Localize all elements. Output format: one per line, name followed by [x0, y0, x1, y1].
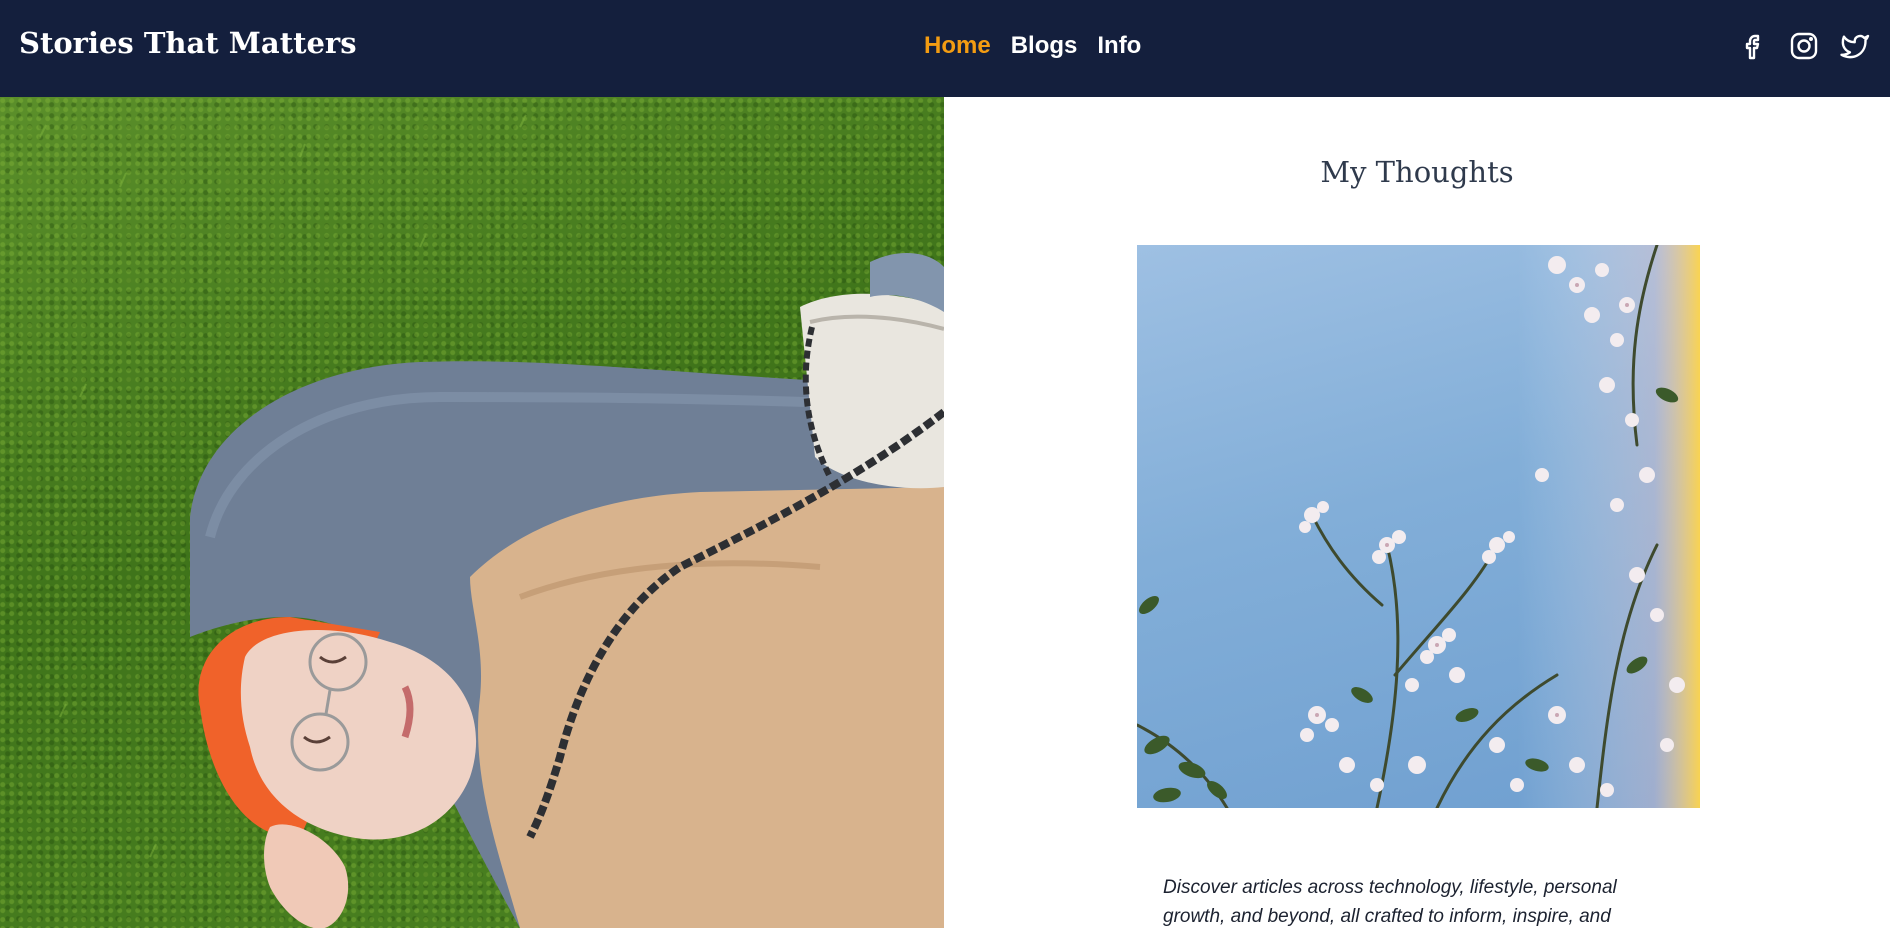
twitter-icon[interactable] — [1838, 30, 1870, 62]
main-content: My Thoughts Discover articles across tec… — [944, 97, 1890, 928]
nav-link-home[interactable]: Home — [924, 32, 991, 60]
blossom-tree-illustration — [1137, 245, 1700, 808]
feature-image — [1137, 245, 1700, 808]
hero-image — [0, 97, 944, 928]
section-title: My Thoughts — [1320, 155, 1514, 189]
intro-text: Discover articles across technology, lif… — [1163, 877, 1617, 927]
social-links — [1738, 30, 1870, 62]
hero-photo-illustration — [39, 114, 944, 928]
facebook-icon[interactable] — [1738, 30, 1770, 62]
nav-link-info[interactable]: Info — [1097, 32, 1141, 60]
instagram-icon[interactable] — [1788, 30, 1820, 62]
navbar: Stories That Matters Home Blogs Info — [0, 0, 1890, 97]
site-brand[interactable]: Stories That Matters — [19, 26, 357, 60]
nav-link-blogs[interactable]: Blogs — [1011, 32, 1078, 60]
nav-links: Home Blogs Info — [924, 32, 1141, 60]
